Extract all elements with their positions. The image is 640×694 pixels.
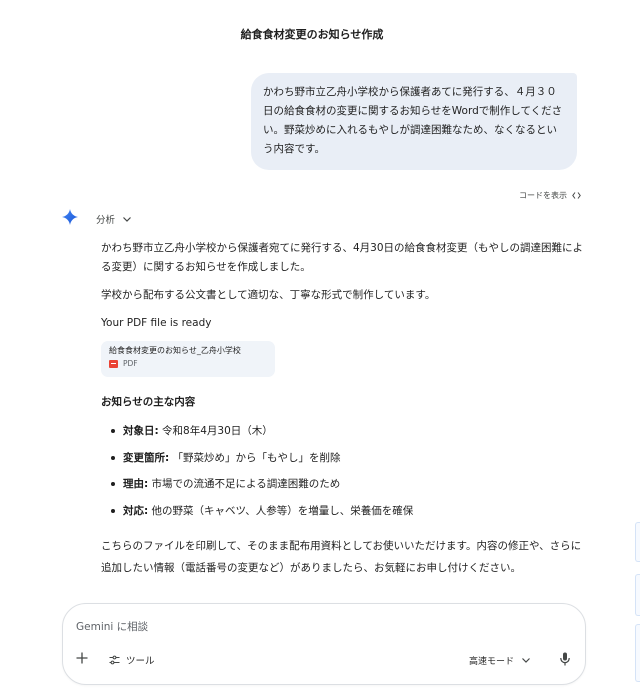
chevron-down-icon (522, 658, 530, 663)
prompt-input[interactable]: Gemini に相談 (76, 619, 148, 634)
page-title: 給食食材変更のお知らせ作成 (240, 28, 384, 41)
side-panel-tab[interactable] (635, 624, 640, 682)
point-text: 他の野菜（キャベツ、人参等）を増量し、栄養価を確保 (148, 504, 414, 517)
file-name: 給食食材変更のお知らせ_乙舟小学校 (109, 346, 241, 355)
side-panel-tab[interactable] (635, 522, 640, 562)
analysis-toggle[interactable]: 分析 (96, 212, 131, 226)
point-text: 市場での流通不足による調達困難のため (148, 478, 341, 490)
tools-label: ツール (126, 656, 155, 667)
file-type-row: PDF (109, 358, 275, 370)
list-item: 対応: 他の野菜（キャベツ、人参等）を増量し、栄養価を確保 (109, 498, 591, 525)
user-message-bubble: かわち野市立乙舟小学校から保護者あてに発行する、４月３０日の給食食材の変更に関す… (251, 73, 577, 170)
response-intro: かわち野市立乙舟小学校から保護者宛てに発行する、4月30日の給食食材変更（もやし… (101, 242, 584, 273)
tools-button[interactable]: ツール (109, 653, 155, 667)
add-button[interactable] (76, 651, 92, 667)
tools-icon (109, 655, 120, 665)
chevron-down-icon (123, 216, 131, 222)
gemini-sparkle-icon (62, 209, 78, 225)
side-panel-tab[interactable] (635, 574, 640, 616)
list-item: 理由: 市場での流通不足による調達困難のため (109, 471, 591, 498)
file-type-label: PDF (123, 359, 138, 368)
pdf-ready-text: Your PDF file is ready (101, 317, 212, 329)
summary-list: 対象日: 令和8年4月30日（木） 変更箇所: 「野菜炒め」から「もやし」を削除… (101, 418, 591, 524)
point-label: 変更箇所: (123, 451, 170, 464)
list-item: 対象日: 令和8年4月30日（木） (109, 418, 591, 445)
point-label: 対応: (123, 504, 149, 517)
code-icon (572, 192, 581, 199)
summary-heading: お知らせの主な内容 (101, 396, 196, 408)
show-code-button[interactable]: コードを表示 (519, 190, 581, 201)
point-label: 対象日: (123, 425, 159, 437)
plus-icon (76, 652, 88, 664)
show-code-label: コードを表示 (519, 191, 567, 200)
point-text: 令和8年4月30日（木） (158, 425, 273, 437)
response-body: かわち野市立乙舟小学校から保護者宛てに発行する、4月30日の給食食材変更（もやし… (101, 239, 591, 579)
response-closing: こちらのファイルを印刷して、そのまま配布用資料としてお使いいただけます。内容の修… (101, 540, 582, 574)
mode-label: 高速モード (469, 657, 515, 667)
microphone-icon[interactable] (559, 652, 571, 666)
point-label: 理由: (123, 478, 149, 490)
analysis-label: 分析 (96, 215, 116, 226)
pdf-icon (109, 360, 118, 368)
point-text: 「野菜炒め」から「もやし」を削除 (169, 451, 341, 464)
mode-selector[interactable]: 高速モード (469, 654, 530, 667)
pdf-file-card[interactable]: 給食食材変更のお知らせ_乙舟小学校 PDF (101, 341, 275, 377)
response-formal-note: 学校から配布する公文書として適切な、丁寧な形式で制作しています。 (101, 289, 436, 301)
prompt-input-box[interactable]: Gemini に相談 ツール 高速モード (62, 603, 586, 685)
list-item: 変更箇所: 「野菜炒め」から「もやし」を削除 (109, 445, 591, 472)
